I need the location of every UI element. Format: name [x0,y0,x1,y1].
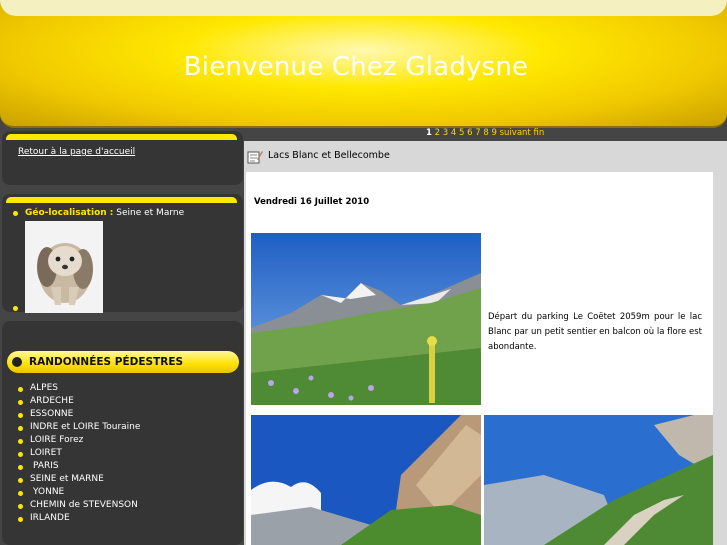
menu-item-label[interactable]: CHEMIN de STEVENSON [30,500,138,510]
menu-item-label[interactable]: SEINE et MARNE [30,474,104,484]
menu-item-label[interactable]: YONNE [33,487,64,497]
photo-lac-blanc-2[interactable] [251,415,481,545]
rando-title: RANDONNÉES PÉDESTRES [29,356,184,368]
menu-item-label[interactable]: ARDECHE [30,396,74,406]
page-link-5[interactable]: 5 [459,128,464,138]
page-link-7[interactable]: 7 [475,128,480,138]
bullet-icon [18,491,23,496]
rando-heading: RANDONNÉES PÉDESTRES [7,351,239,373]
photo-lac-blanc-1[interactable] [251,233,481,405]
page-last-link[interactable]: fin [533,128,544,138]
dog-photo [25,221,103,313]
page-link-4[interactable]: 4 [451,128,456,138]
page-link-3[interactable]: 3 [443,128,448,138]
bullet-icon [18,517,23,522]
box-yellow-top [6,134,237,140]
article-date: Vendredi 16 Juillet 2010 [254,197,370,207]
geo-box: Géo-localisation : Seine et Marne [2,194,243,313]
geo-label: Géo-localisation : [25,208,114,218]
bullet-icon [18,478,23,483]
page-link-8[interactable]: 8 [483,128,488,138]
page-link-9[interactable]: 9 [492,128,497,138]
home-box: Retour à la page d'accueil [2,131,243,185]
heading-dot-icon [12,357,22,367]
menu-item-label[interactable]: ESSONNE [30,409,73,419]
bullet-icon [13,211,18,216]
menu-item-label[interactable]: IRLANDE [30,513,70,523]
geo-line: Géo-localisation : Seine et Marne [25,208,184,218]
menu-item-label[interactable]: ALPES [30,383,58,393]
sidebar: Retour à la page d'accueil Géo-localisat… [2,131,244,545]
bullet-icon [18,504,23,509]
bullet-icon [18,387,23,392]
menu-item-label[interactable]: INDRE et LOIRE Touraine [30,422,140,432]
bullet-icon [18,465,23,470]
site-title: Bienvenue Chez Gladysne [183,52,529,82]
pagination: 1 2 3 4 5 6 7 8 9 suivant fin [426,128,544,138]
home-link[interactable]: Retour à la page d'accueil [18,147,135,157]
header-top-highlight [0,0,727,16]
notepad-icon [247,149,263,164]
geo-value: Seine et Marne [116,208,185,218]
article-text: Départ du parking Le Coëtet 2059m pour l… [488,312,702,352]
bullet-icon [18,413,23,418]
menu-item-label[interactable]: LOIRE Forez [30,435,83,445]
bullet-icon [18,452,23,457]
page-link-2[interactable]: 2 [435,128,440,138]
bullet-icon [18,400,23,405]
menu-item-label[interactable]: PARIS [33,461,59,471]
bullet-icon [13,306,18,311]
page: Bienvenue Chez Gladysne Retour à la page… [0,0,727,545]
page-next-link[interactable]: suivant [500,128,531,138]
bullet-icon [18,439,23,444]
site-header: Bienvenue Chez Gladysne [0,0,727,128]
menu-item-label[interactable]: LOIRET [30,448,62,458]
box-yellow-top [6,197,237,203]
page-current: 1 [426,128,432,138]
photo-lac-blanc-3[interactable] [484,415,713,545]
article-title[interactable]: Lacs Blanc et Bellecombe [268,150,390,161]
page-link-6[interactable]: 6 [467,128,472,138]
bullet-icon [18,426,23,431]
